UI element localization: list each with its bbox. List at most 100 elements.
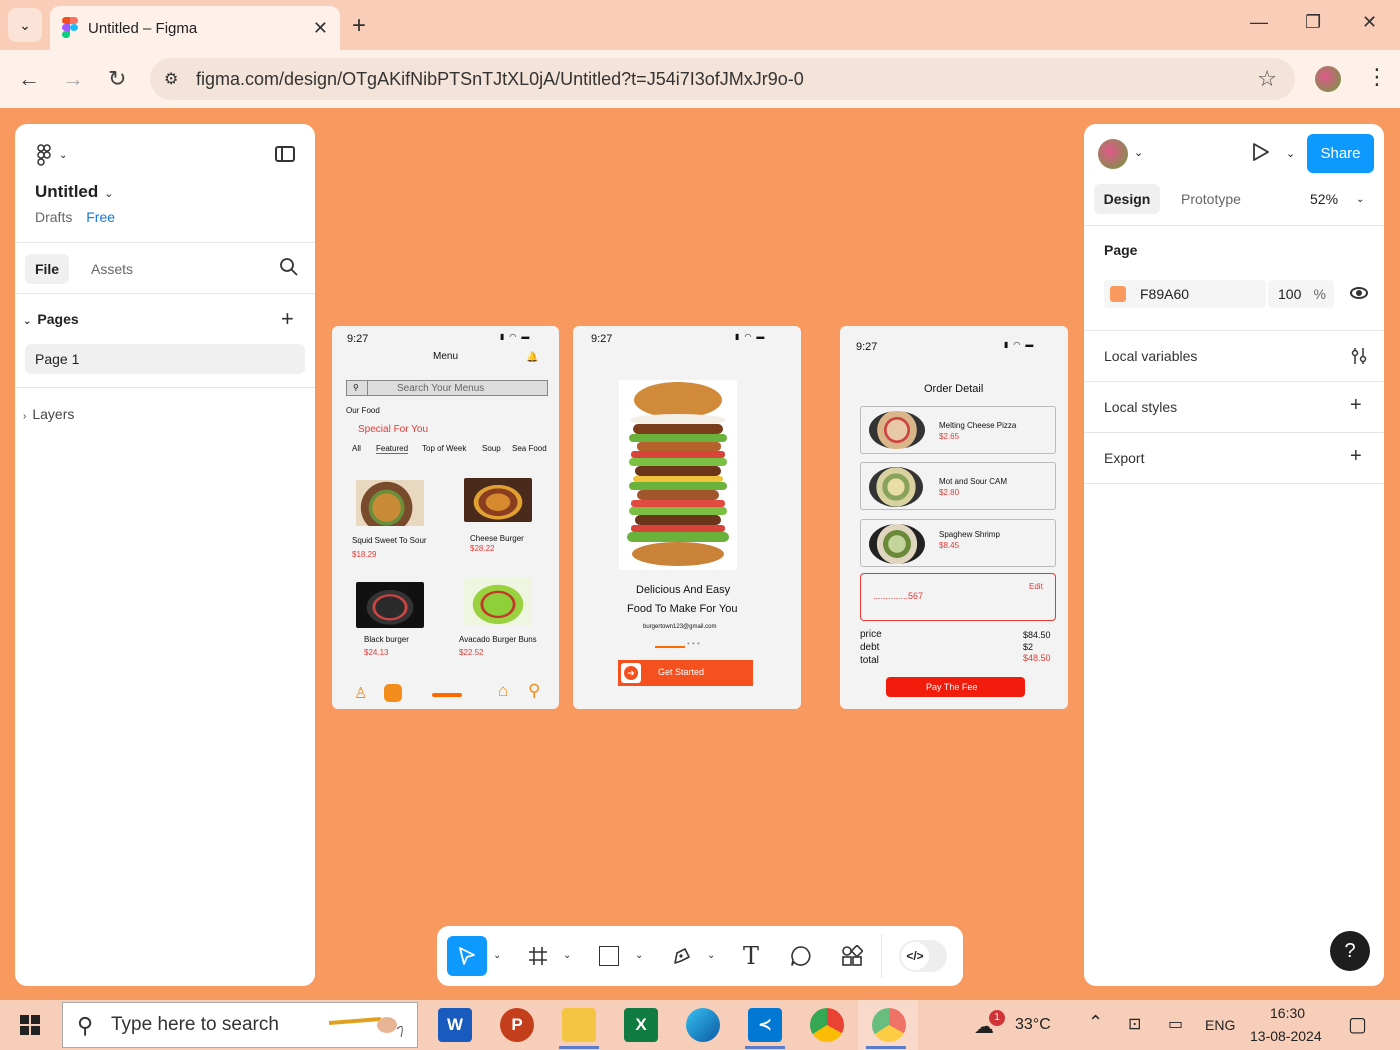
text-tool[interactable]: T <box>739 936 763 976</box>
tab-design[interactable]: Design <box>1094 184 1160 214</box>
order-item[interactable]: Spaghew Shrimp $8.45 <box>860 519 1056 567</box>
file-explorer-icon[interactable] <box>562 1008 596 1042</box>
edge-icon[interactable] <box>686 1008 720 1042</box>
present-play-icon[interactable] <box>1252 142 1270 162</box>
battery-icon[interactable]: ▭ <box>1168 1014 1183 1034</box>
order-item[interactable]: Mot and Sour CAM $2.80 <box>860 462 1056 510</box>
tab-file[interactable]: File <box>25 254 69 284</box>
order-item[interactable]: Melting Cheese Pizza $2.65 <box>860 406 1056 454</box>
food-image-cheese-burger[interactable] <box>464 478 532 522</box>
home-icon[interactable]: ⌂ <box>498 681 508 701</box>
category-top-week[interactable]: Top of Week <box>422 444 466 453</box>
export-label[interactable]: Export <box>1104 450 1144 466</box>
browser-tab-figma[interactable]: Untitled – Figma ✕ <box>50 6 340 50</box>
dev-mode-toggle[interactable]: </> <box>899 940 947 972</box>
user-avatar[interactable] <box>1098 139 1128 169</box>
temperature[interactable]: 33°C <box>1015 1016 1051 1034</box>
food-image-black-burger[interactable] <box>356 582 424 628</box>
browser-menu-icon[interactable]: ⋮ <box>1366 64 1388 90</box>
forward-icon[interactable]: → <box>62 66 84 92</box>
clock-time[interactable]: 16:30 <box>1270 1005 1305 1021</box>
clock-date[interactable]: 13-08-2024 <box>1250 1028 1322 1044</box>
phone-frame-menu[interactable]: 9:27 ▮◠▬ Menu 🔔 ⚲ Search Your Menus Our … <box>332 326 559 709</box>
category-all[interactable]: All <box>352 444 361 453</box>
search-icon[interactable] <box>279 257 299 277</box>
plan-badge[interactable]: Free <box>86 209 115 225</box>
file-name[interactable]: Untitled ⌄ <box>35 182 114 202</box>
tab-assets[interactable]: Assets <box>91 261 133 277</box>
site-info-icon[interactable]: ⚙ <box>164 69 178 89</box>
local-styles-label[interactable]: Local styles <box>1104 399 1177 415</box>
phone-frame-splash[interactable]: 9:27 ▮◠▬ Delicious And Easy Food To Make… <box>573 326 801 709</box>
network-icon[interactable]: ⊡ <box>1128 1014 1141 1034</box>
tab-close-icon[interactable]: ✕ <box>313 18 328 39</box>
payment-card[interactable]: ..............567 Edit <box>860 573 1056 621</box>
share-button[interactable]: Share <box>1307 134 1374 173</box>
chrome-profile-icon[interactable] <box>810 1008 844 1042</box>
get-started-button[interactable]: ➜ Get Started <box>618 660 753 686</box>
chevron-down-icon[interactable]: ⌄ <box>563 950 571 961</box>
window-close-icon[interactable]: ✕ <box>1362 12 1377 33</box>
drafts-link[interactable]: Drafts <box>35 209 72 225</box>
vscode-icon[interactable]: ≺ <box>748 1008 782 1042</box>
chevron-up-icon[interactable]: ⌃ <box>1088 1012 1103 1033</box>
reload-icon[interactable]: ↻ <box>108 66 126 92</box>
chevron-down-icon[interactable]: ⌄ <box>1286 147 1295 160</box>
tab-prototype[interactable]: Prototype <box>1181 191 1241 207</box>
chevron-down-icon[interactable]: ⌄ <box>1134 146 1143 159</box>
windows-start-icon[interactable] <box>20 1015 40 1035</box>
color-swatch[interactable] <box>1110 286 1126 302</box>
edit-link[interactable]: Edit <box>1029 582 1043 591</box>
restore-icon[interactable]: ❐ <box>1305 12 1321 33</box>
page-item[interactable]: Page 1 <box>25 344 305 374</box>
orders-icon[interactable] <box>384 684 402 702</box>
add-page-icon[interactable]: + <box>281 306 294 332</box>
pen-tool[interactable] <box>669 936 695 976</box>
word-icon[interactable]: W <box>438 1008 472 1042</box>
search-icon[interactable]: ⚲ <box>528 681 540 701</box>
page-opacity-field[interactable]: 100 % <box>1268 280 1334 308</box>
figma-menu[interactable]: ⌄ <box>37 144 67 166</box>
zoom-level[interactable]: 52% <box>1310 191 1338 207</box>
language-indicator[interactable]: ENG <box>1205 1017 1235 1033</box>
phone-frame-order-detail[interactable]: 9:27 ▮◠▬ Order Detail Melting Cheese Piz… <box>840 326 1068 709</box>
profile-avatar[interactable] <box>1315 66 1341 92</box>
help-button[interactable]: ? <box>1330 931 1370 971</box>
minimize-icon[interactable]: — <box>1250 12 1268 33</box>
local-variables-label[interactable]: Local variables <box>1104 348 1197 364</box>
pages-header[interactable]: ⌄ Pages <box>23 311 79 327</box>
bookmark-star-icon[interactable]: ☆ <box>1257 66 1277 92</box>
address-bar[interactable]: ⚙ figma.com/design/OTgAKifNibPTSnTJtXL0j… <box>150 58 1295 100</box>
notifications-icon[interactable]: ▢ <box>1348 1012 1367 1037</box>
variables-sliders-icon[interactable] <box>1350 346 1368 366</box>
shape-tool[interactable] <box>597 936 621 976</box>
bell-icon[interactable]: 🔔 <box>526 352 538 363</box>
add-style-icon[interactable]: + <box>1350 394 1362 417</box>
new-tab-icon[interactable]: + <box>352 12 366 40</box>
comment-tool[interactable] <box>789 936 813 976</box>
food-image-squid[interactable] <box>356 480 424 526</box>
category-soup[interactable]: Soup <box>482 444 501 453</box>
search-input[interactable]: ⚲ Search Your Menus <box>346 380 548 396</box>
move-tool[interactable] <box>447 936 487 976</box>
taskbar-search[interactable]: ⚲ Type here to search <box>62 1002 418 1048</box>
frame-tool[interactable] <box>525 936 551 976</box>
layers-header[interactable]: › Layers <box>23 406 74 422</box>
chevron-down-icon[interactable]: ⌄ <box>635 950 643 961</box>
chevron-down-icon[interactable]: ⌄ <box>493 950 501 961</box>
pay-button[interactable]: Pay The Fee <box>886 677 1025 697</box>
page-color-field[interactable]: F89A60 <box>1104 280 1266 308</box>
visibility-eye-icon[interactable] <box>1350 287 1368 299</box>
sidebar-toggle-icon[interactable] <box>275 146 295 162</box>
chevron-down-icon[interactable]: ⌄ <box>1356 194 1364 205</box>
powerpoint-icon[interactable]: P <box>500 1008 534 1042</box>
tab-list-button[interactable]: ⌄ <box>8 8 42 42</box>
food-image-avocado-burger[interactable] <box>464 578 532 626</box>
add-export-icon[interactable]: + <box>1350 445 1362 468</box>
excel-icon[interactable]: X <box>624 1008 658 1042</box>
actions-tool[interactable] <box>839 936 865 976</box>
back-icon[interactable]: ← <box>18 66 40 92</box>
category-seafood[interactable]: Sea Food <box>512 444 547 453</box>
chevron-down-icon[interactable]: ⌄ <box>707 950 715 961</box>
category-featured[interactable]: Featured <box>376 444 409 454</box>
